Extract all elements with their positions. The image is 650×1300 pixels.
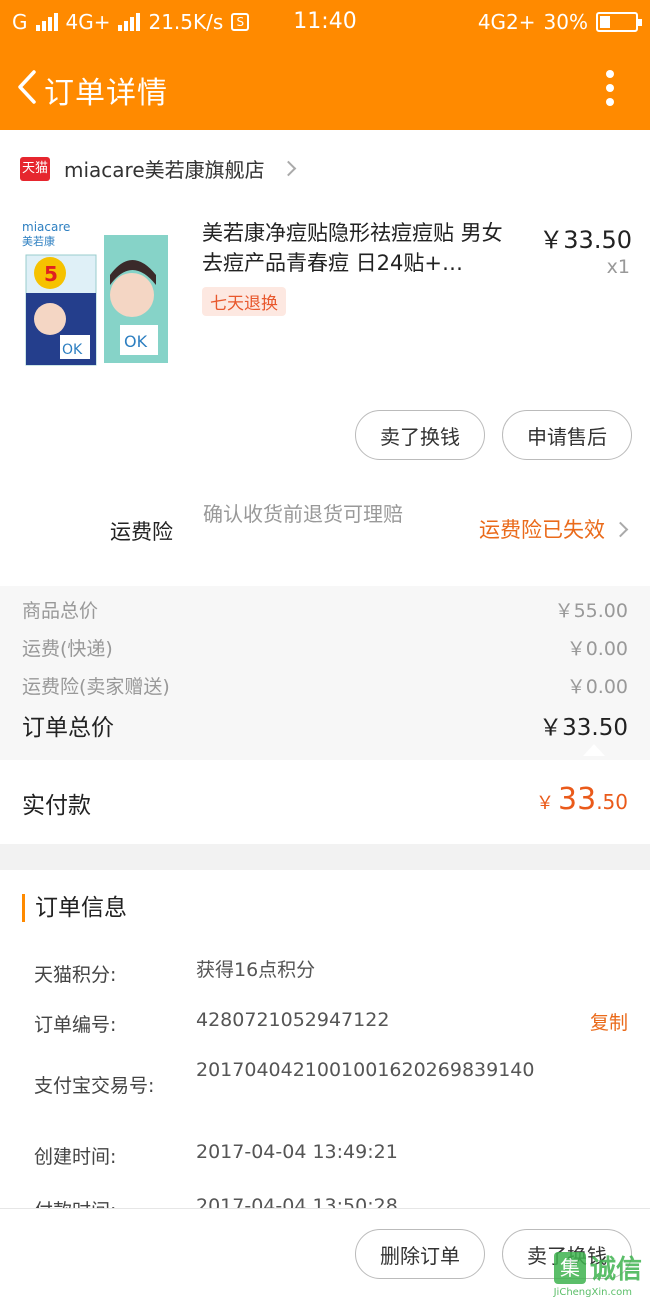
insurance-status: 运费险已失效 xyxy=(479,514,629,544)
copy-order-number-button[interactable]: 复制 xyxy=(590,1008,628,1035)
shipping-insurance-row[interactable]: 运费险 确认收货前退货可理赔 运费险已失效 xyxy=(0,470,650,586)
shop-link[interactable]: 天猫 miacare美若康旗舰店 xyxy=(20,154,296,183)
actual-payment-row: 实付款 ￥ 33 .50 xyxy=(0,760,650,844)
order-info-section: 订单信息 天猫积分: 获得16点积分 订单编号: 428072105294712… xyxy=(0,870,650,1208)
shop-name: miacare美若康旗舰店 xyxy=(64,158,265,182)
info-value: 2017-04-04 13:50:28 xyxy=(196,1195,398,1208)
fee-label: 商品总价 xyxy=(22,600,99,622)
product-price: ￥33.50 xyxy=(539,226,632,254)
thumb-ok: OK xyxy=(62,342,83,358)
product-thumbnail[interactable]: miacare 美若康 5 OK OK xyxy=(20,215,175,370)
pointer-notch xyxy=(583,744,605,756)
back-arrow-icon[interactable] xyxy=(14,68,40,106)
paid-amount: ￥ 33 .50 xyxy=(536,782,628,817)
info-value: 获得16点积分 xyxy=(196,959,316,981)
fee-value: ￥0.00 xyxy=(566,638,628,660)
paid-integer: 33 xyxy=(558,782,597,817)
insurance-label: 运费险 xyxy=(110,520,173,544)
delete-order-button[interactable]: 删除订单 xyxy=(355,1229,485,1279)
order-total-label: 订单总价 xyxy=(22,715,114,741)
product-title[interactable]: 美若康净痘贴隐形祛痘痘贴 男女去痘产品青春痘 日24贴+… xyxy=(202,218,520,278)
fee-value: ￥55.00 xyxy=(554,600,628,622)
order-item-card: 天猫 miacare美若康旗舰店 miacare 美若康 5 OK OK 美若康… xyxy=(0,130,650,470)
tmall-icon: 天猫 xyxy=(20,156,50,181)
order-total-row: 订单总价 ￥33.50 xyxy=(22,708,628,742)
thumb-promo: 5 xyxy=(44,262,58,286)
page-title: 订单详情 xyxy=(44,76,168,111)
info-value: 2017-04-04 13:49:21 xyxy=(196,1141,398,1163)
watermark-text: 诚信 xyxy=(589,1255,642,1285)
paid-currency: ￥ xyxy=(536,793,554,814)
sell-for-cash-button[interactable]: 卖了换钱 xyxy=(355,410,485,460)
thumb-brand: miacare xyxy=(22,220,70,234)
watermark-url: JiChengXin.com xyxy=(553,1287,632,1298)
more-menu-icon[interactable] xyxy=(604,70,616,106)
insurance-description: 确认收货前退货可理赔 xyxy=(203,502,403,526)
chevron-right-icon xyxy=(280,160,296,177)
product-quantity: x1 xyxy=(606,256,630,278)
insurance-status-text: 运费险已失效 xyxy=(479,518,605,542)
alipay-trade-number: 2017040421001001620269839140 xyxy=(196,1059,535,1081)
order-info-title: 订单信息 xyxy=(22,894,127,922)
watermark-logo: 集 xyxy=(553,1251,586,1284)
battery-icon xyxy=(596,12,642,32)
fee-value: ￥0.00 xyxy=(566,676,628,698)
header: G 4G+ 21.5K/s S 11:40 4G2+ 30% 订单详情 xyxy=(0,0,650,130)
apply-after-sale-button[interactable]: 申请售后 xyxy=(502,410,632,460)
svg-text:OK: OK xyxy=(124,332,148,351)
fee-row: 运费(快递) ￥0.00 xyxy=(22,634,628,661)
info-label: 天猫积分: xyxy=(34,964,117,986)
info-label: 创建时间: xyxy=(34,1146,117,1168)
paid-label: 实付款 xyxy=(22,793,91,819)
price-breakdown: 商品总价 ￥55.00 运费(快递) ￥0.00 运费险(卖家赠送) ￥0.00… xyxy=(0,586,650,760)
thumb-brand-cn: 美若康 xyxy=(22,234,55,248)
paid-decimal: .50 xyxy=(596,790,628,814)
fee-label: 运费险(卖家赠送) xyxy=(22,676,170,698)
status-bar: G 4G+ 21.5K/s S 11:40 4G2+ 30% xyxy=(0,0,650,46)
battery-percent: 30% xyxy=(543,10,588,34)
bottom-action-bar: 删除订单 卖了换钱 集 诚信 JiChengXin.com xyxy=(0,1208,650,1300)
info-label: 付款时间: xyxy=(34,1196,116,1208)
order-number: 4280721052947122 xyxy=(196,1009,390,1031)
order-total-value: ￥33.50 xyxy=(539,715,628,741)
fee-label: 运费(快递) xyxy=(22,638,113,660)
nav-bar: 订单详情 xyxy=(0,58,650,118)
watermark: 集 诚信 JiChengXin.com xyxy=(553,1249,642,1298)
chevron-right-icon xyxy=(612,521,629,537)
return-policy-tag: 七天退换 xyxy=(202,287,286,316)
fee-row: 运费险(卖家赠送) ￥0.00 xyxy=(22,672,628,699)
info-label: 订单编号: xyxy=(34,1014,117,1036)
info-label: 支付宝交易号: xyxy=(34,1075,155,1097)
network2-label: 4G2+ xyxy=(477,10,536,34)
fee-row: 商品总价 ￥55.00 xyxy=(22,596,628,623)
